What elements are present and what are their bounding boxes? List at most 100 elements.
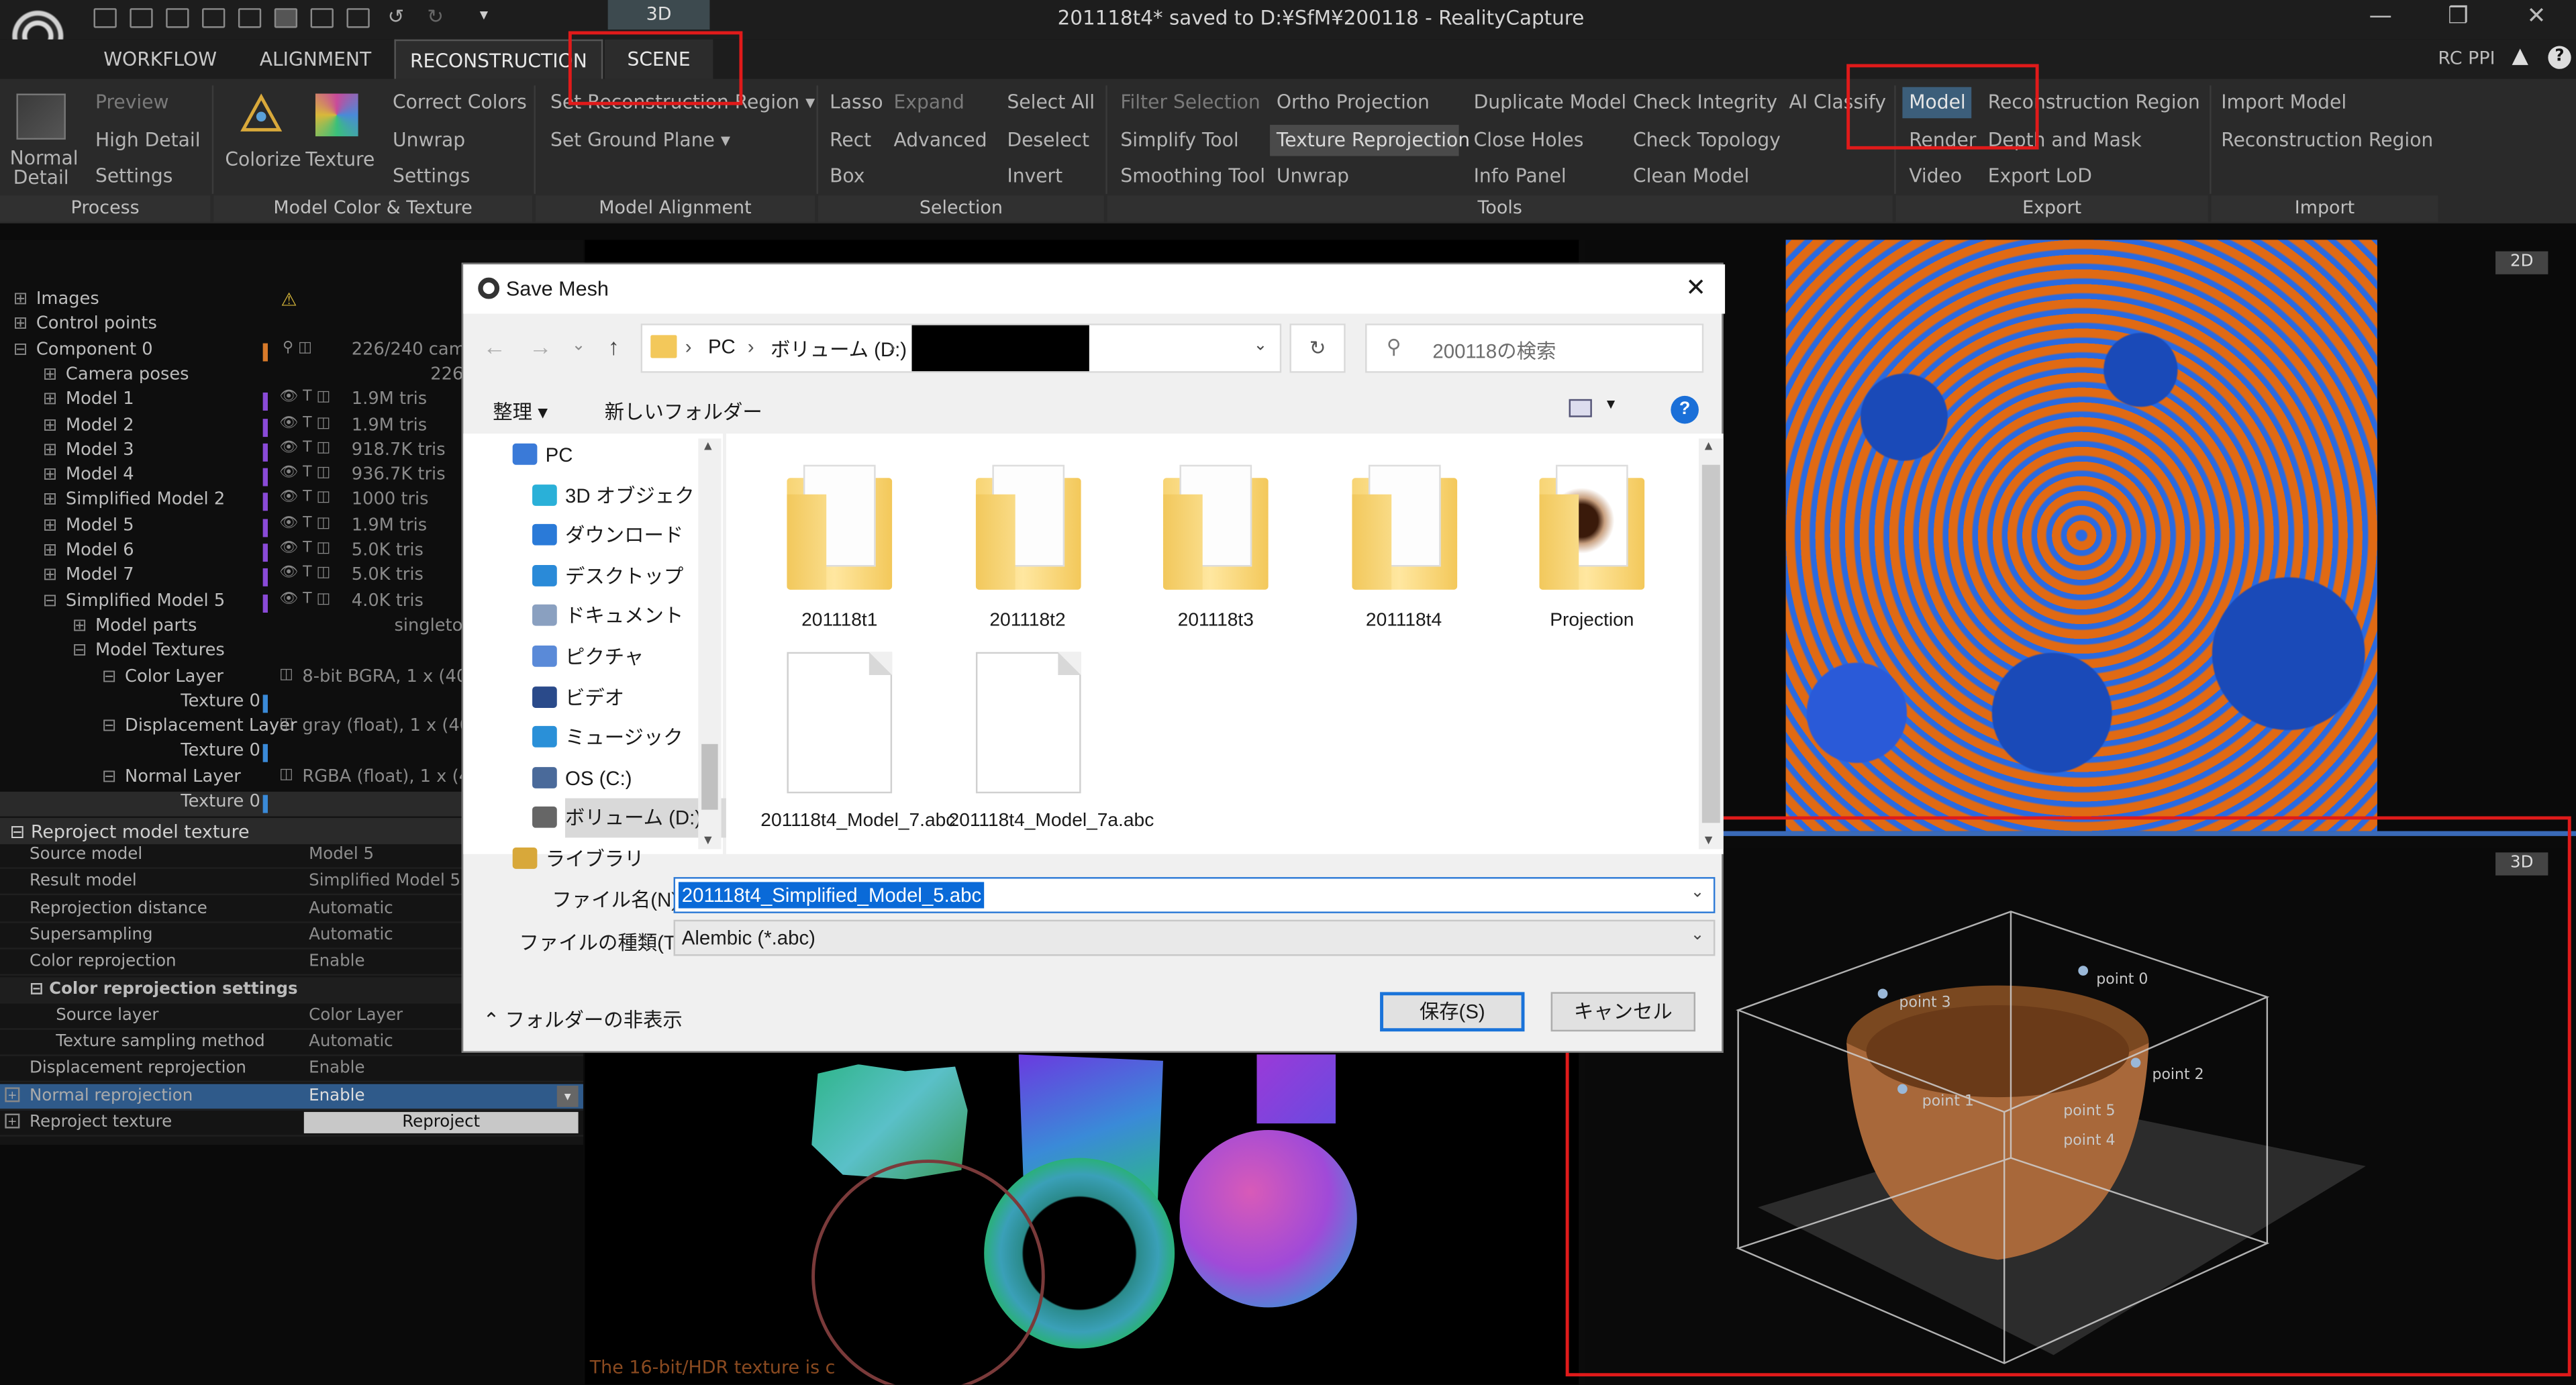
deselect-button[interactable]: Deselect (1007, 128, 1089, 151)
visibility-icons[interactable]: 👁 T ◫ (279, 490, 330, 506)
expand-toggle-icon[interactable]: ⊟ (102, 766, 117, 786)
property-row[interactable]: Reproject texture Reproject + (0, 1111, 583, 1137)
expand-button[interactable]: Expand (894, 91, 964, 113)
file-scrollbar[interactable]: ▲ ▼ (1698, 438, 1724, 850)
scroll-down-icon[interactable]: ▼ (701, 833, 714, 848)
breadcrumb-pc[interactable]: PC (708, 335, 736, 358)
property-value[interactable]: Enable (309, 1060, 364, 1078)
tools-unwrap-button[interactable]: Unwrap (1277, 164, 1349, 187)
view-dropdown-icon[interactable]: ▾ (1607, 396, 1615, 414)
expand-toggle-icon[interactable]: ⊞ (43, 415, 58, 434)
filename-input[interactable]: 201118t4_Simplified_Model_5.abc ⌄ (673, 877, 1716, 913)
normal-detail-icon[interactable] (16, 93, 66, 140)
property-value[interactable]: Enable (309, 953, 364, 971)
correct-colors-button[interactable]: Correct Colors (393, 91, 527, 113)
file-item[interactable]: 201118t1 (760, 458, 918, 634)
file-item[interactable]: 201118t4 (1325, 458, 1483, 634)
smoothing-tool-button[interactable]: Smoothing Tool (1120, 164, 1265, 187)
refresh-icon[interactable]: ↻ (1289, 323, 1346, 373)
duplicate-model-button[interactable]: Duplicate Model (1474, 91, 1627, 113)
select-all-button[interactable]: Select All (1007, 91, 1095, 113)
expand-toggle-icon[interactable]: ⊟ (13, 340, 28, 359)
recent-locations-icon[interactable]: ⌄ (572, 337, 586, 355)
property-value[interactable]: Enable (309, 1087, 364, 1105)
rc-ppi-label[interactable]: RC PPI (2438, 48, 2495, 69)
video-button[interactable]: Video (1909, 164, 1962, 187)
scroll-up-icon[interactable]: ▲ (1702, 439, 1715, 454)
visibility-icons[interactable]: 👁 T ◫ (279, 540, 330, 556)
visibility-icons[interactable]: 👁 T ◫ (279, 515, 330, 531)
dialog-close-icon[interactable]: ✕ (1685, 272, 1706, 303)
visibility-icons[interactable]: 👁 T ◫ (279, 390, 330, 406)
check-topology-button[interactable]: Check Topology (1633, 128, 1781, 151)
high-detail-button[interactable]: High Detail (95, 128, 201, 151)
address-bar[interactable]: › PC › ボリューム (D:) › ⌄ (640, 323, 1282, 373)
expand-toggle-icon[interactable]: ⊟ (102, 716, 117, 735)
property-value[interactable]: Model 5 (309, 846, 374, 864)
address-dropdown-icon[interactable]: ⌄ (1254, 337, 1268, 355)
filetype-select[interactable]: Alembic (*.abc) ⌄ (673, 919, 1716, 956)
expand-toggle-icon[interactable]: + (5, 1086, 20, 1102)
nav-item[interactable]: PC (512, 435, 573, 475)
visibility-icons[interactable]: 👁 T ◫ (279, 591, 330, 607)
expand-toggle-icon[interactable]: ⊞ (43, 465, 58, 484)
help-icon[interactable]: ? (2548, 46, 2571, 69)
expand-toggle-icon[interactable]: ⊟ (72, 641, 87, 660)
up-folder-icon[interactable]: ↑ (608, 334, 620, 360)
warning-icon[interactable]: ▲ (2512, 44, 2528, 69)
lasso-button[interactable]: Lasso (830, 91, 883, 113)
visibility-icons[interactable]: 👁 T ◫ (279, 566, 330, 582)
property-value[interactable]: Simplified Model 5 (309, 872, 460, 890)
expand-toggle-icon[interactable]: ⊞ (72, 616, 87, 635)
set-ground-plane-button[interactable]: Set Ground Plane ▾ (550, 128, 730, 151)
info-panel-button[interactable]: Info Panel (1474, 164, 1567, 187)
file-scrollbar-thumb[interactable] (1701, 464, 1720, 823)
tab-alignment[interactable]: ALIGNMENT (238, 40, 393, 79)
organize-button[interactable]: 整理 ▾ (493, 397, 548, 425)
property-row[interactable]: Displacement reprojection Enable (0, 1057, 583, 1083)
nav-item[interactable]: ダウンロード (532, 516, 683, 556)
expand-toggle-icon[interactable]: ⊞ (43, 540, 58, 560)
nav-item[interactable]: 3D オブジェクト (532, 476, 714, 515)
advanced-button[interactable]: Advanced (894, 128, 987, 151)
texture-button[interactable]: Texture (305, 148, 375, 170)
nav-item[interactable]: OS (C:) (532, 758, 632, 798)
collapse-icon[interactable]: ⊟ (30, 980, 44, 998)
forward-icon[interactable]: → (529, 334, 552, 360)
expand-toggle-icon[interactable]: ⊞ (43, 490, 58, 509)
dialog-help-icon[interactable]: ? (1671, 395, 1699, 424)
expand-toggle-icon[interactable]: ⊞ (43, 566, 58, 585)
expand-toggle-icon[interactable]: ⊞ (43, 515, 58, 535)
expand-toggle-icon[interactable]: + (5, 1113, 20, 1129)
view-2d-badge[interactable]: 2D (2495, 251, 2548, 274)
nav-scrollbar-thumb[interactable] (701, 743, 718, 810)
property-value[interactable]: Automatic (309, 1033, 393, 1051)
hide-folders-toggle[interactable]: ⌃ フォルダーの非表示 (483, 1005, 683, 1033)
nav-item[interactable]: ピクチャ (532, 637, 644, 677)
scroll-up-icon[interactable]: ▲ (701, 439, 714, 454)
displacement-map-view[interactable] (1785, 240, 2377, 831)
nav-item[interactable]: ライブラリ (512, 839, 644, 879)
property-value[interactable]: Automatic (309, 899, 393, 917)
ortho-projection-button[interactable]: Ortho Projection (1277, 91, 1430, 113)
visibility-icons[interactable]: 👁 T ◫ (279, 440, 330, 456)
texture-settings-button[interactable]: Settings (393, 164, 470, 187)
scroll-down-icon[interactable]: ▼ (1702, 833, 1715, 848)
expand-toggle-icon[interactable]: ⊞ (43, 364, 58, 384)
normal-detail-button[interactable]: Normal Detail (10, 148, 79, 187)
import-model-button[interactable]: Import Model (2221, 91, 2346, 113)
save-button[interactable]: 保存(S) (1380, 992, 1525, 1032)
filename-dropdown-icon[interactable]: ⌄ (1691, 884, 1705, 902)
file-item[interactable]: 201118t4_Model_7.abc (760, 652, 955, 835)
file-item[interactable]: 201118t4_Model_7a.abc (949, 652, 1154, 835)
property-value[interactable]: Color Layer (309, 1007, 403, 1025)
visibility-icons[interactable]: 👁 T ◫ (279, 465, 330, 481)
close-holes-button[interactable]: Close Holes (1474, 128, 1584, 151)
search-box[interactable]: ⚲ 200118の検索 (1365, 323, 1704, 373)
cancel-button[interactable]: キャンセル (1550, 992, 1696, 1032)
visibility-icons[interactable]: 👁 T ◫ (279, 415, 330, 431)
import-reconstruction-region-button[interactable]: Reconstruction Region (2221, 128, 2433, 151)
expand-toggle-icon[interactable]: ⊞ (13, 289, 28, 309)
expand-toggle-icon[interactable]: ⊞ (13, 314, 28, 334)
process-settings-button[interactable]: Settings (95, 164, 172, 187)
